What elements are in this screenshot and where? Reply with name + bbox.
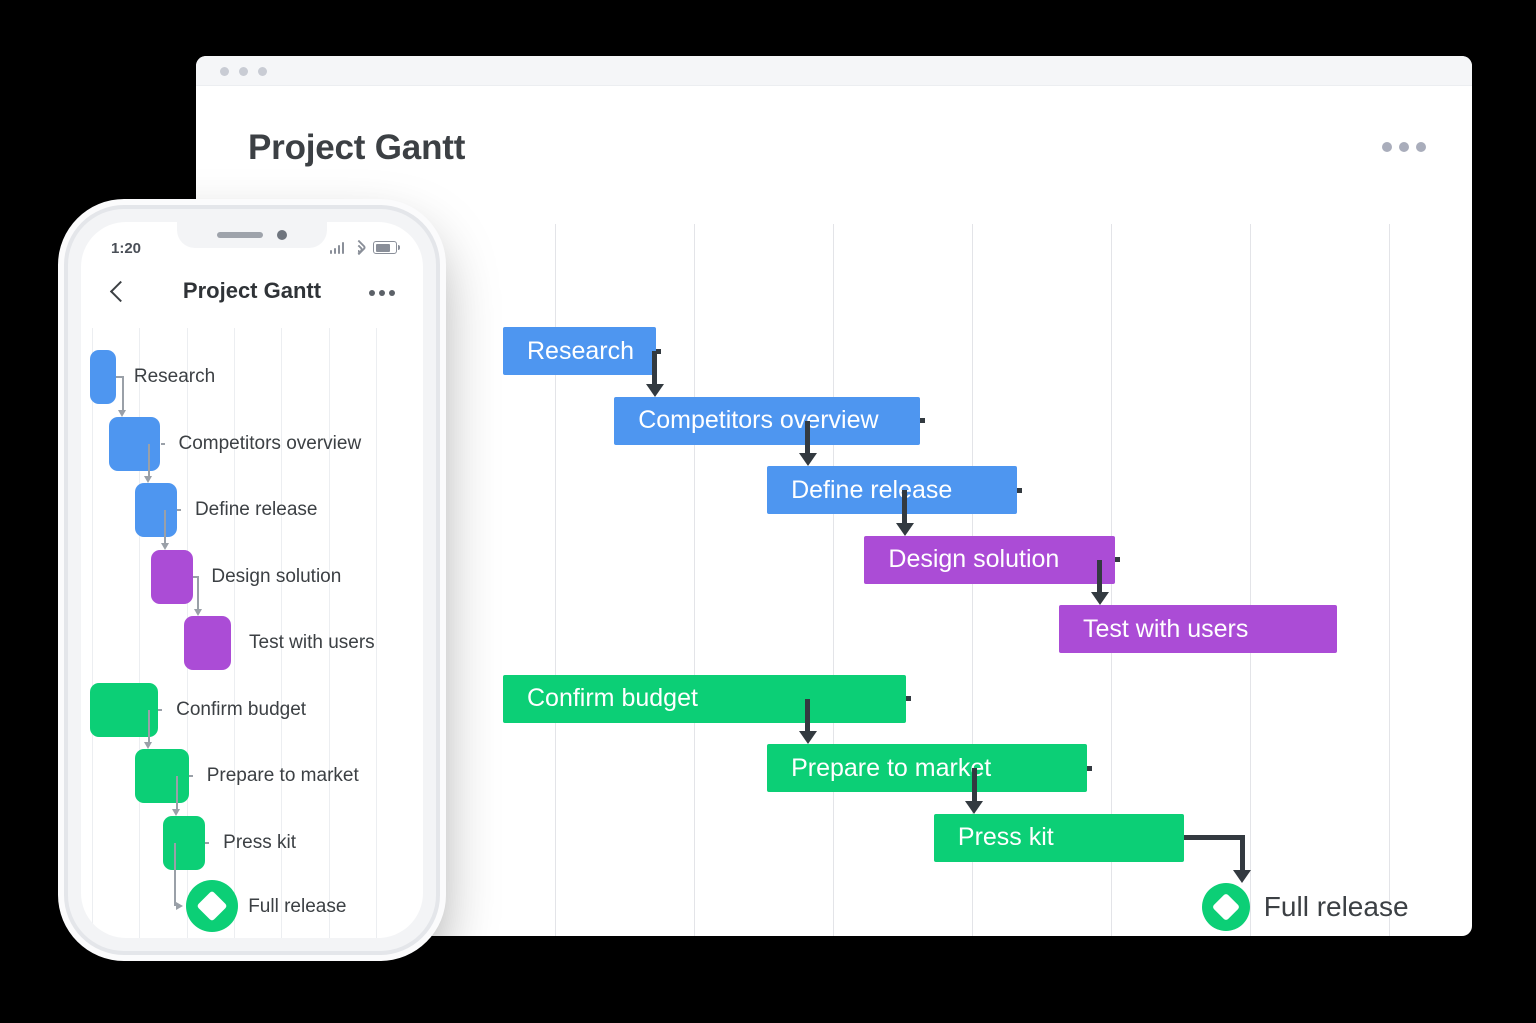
gantt-bar[interactable]: Confirm budget (503, 674, 907, 723)
gantt-bar[interactable]: Research (503, 327, 656, 375)
more-dot-3 (1416, 142, 1426, 152)
task-label: Prepare to market (206, 765, 359, 786)
milestone-label: Full release (248, 896, 347, 917)
gridline (92, 328, 93, 938)
task-label: Confirm budget (176, 698, 307, 720)
more-dot-2 (1399, 142, 1409, 152)
window-close-dot[interactable] (220, 67, 229, 76)
window-titlebar (196, 56, 1472, 86)
window-maximize-dot[interactable] (258, 67, 267, 76)
gantt-bar[interactable]: Prepare to market (767, 744, 1087, 792)
phone-mockup: 1:20 Project Gantt Research Competitors o… (68, 209, 436, 951)
gantt-bar[interactable] (151, 549, 194, 604)
battery-icon (373, 241, 400, 254)
status-icons (329, 239, 400, 256)
gridline (1250, 224, 1251, 936)
camera-icon (277, 230, 287, 240)
gantt-bar[interactable] (134, 483, 177, 537)
more-dot-2 (379, 290, 385, 296)
gridline (1389, 224, 1390, 936)
gantt-bar[interactable]: Define release (767, 466, 1018, 514)
gridline (833, 224, 834, 936)
gantt-bar[interactable]: Test with users (1059, 605, 1337, 653)
status-time: 1:20 (111, 240, 142, 257)
more-dot-1 (369, 290, 375, 296)
diamond-icon (1211, 892, 1240, 922)
diamond-icon (196, 890, 228, 922)
milestone-label: Full release (1263, 891, 1409, 922)
phone-statusbar: 1:20 (81, 239, 423, 262)
task-label: Design solution (211, 565, 342, 587)
phone-screen: 1:20 Project Gantt Research Competitors o… (81, 222, 423, 938)
milestone-marker[interactable] (1201, 883, 1250, 931)
gantt-bar[interactable]: Press kit (933, 813, 1185, 862)
gantt-bar[interactable] (162, 815, 206, 870)
gantt-bar[interactable] (108, 416, 161, 471)
task-label: Competitors overview (178, 432, 362, 454)
more-options-icon[interactable] (1382, 142, 1426, 152)
task-label: Define release (194, 499, 318, 520)
phone-more-options-icon[interactable] (369, 290, 395, 296)
speaker-icon (217, 232, 263, 238)
gantt-bar[interactable] (90, 350, 116, 404)
phone-navbar: Project Gantt (81, 272, 423, 320)
signal-icon (329, 242, 344, 254)
gridline (375, 328, 377, 938)
milestone-marker[interactable] (186, 880, 239, 932)
gantt-bar[interactable] (184, 616, 231, 670)
gantt-bar[interactable]: Competitors overview (614, 396, 920, 445)
gridline (694, 224, 695, 936)
gantt-chart-phone: Research Competitors overview Define relea… (81, 328, 423, 938)
task-label: Press kit (223, 831, 296, 853)
more-dot-3 (389, 290, 395, 296)
gantt-bar[interactable] (134, 749, 189, 803)
task-label: Test with users (249, 632, 375, 653)
more-dot-1 (1382, 142, 1392, 152)
gantt-bar[interactable]: Design solution (864, 535, 1115, 584)
task-label: Research (133, 366, 216, 387)
page-title: Project Gantt (248, 128, 466, 167)
wifi-icon (350, 239, 367, 256)
window-minimize-dot[interactable] (239, 67, 248, 76)
